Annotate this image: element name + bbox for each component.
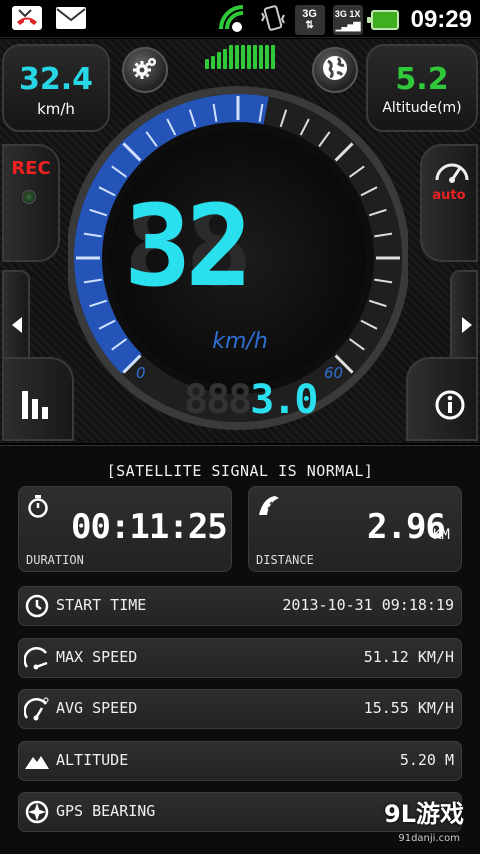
avg-speed-label: AVG SPEED [56, 699, 138, 717]
network-3g-text: 3G [334, 9, 347, 19]
clock-time: 09:29 [410, 6, 472, 33]
info-button[interactable] [406, 357, 478, 441]
start-time-value: 2013-10-31 09:18:19 [282, 596, 454, 614]
speedometer-panel: 88 32 km/h 0 60 8883.0 32.4 km/h 5.2 Alt… [0, 39, 480, 443]
speed-digits-value: 32 [124, 182, 253, 312]
network-3g-1x-icon: 3G 1X ▁▃▅▇ [332, 5, 363, 35]
max-speed-row: MAX SPEED 51.12 KM/H [18, 638, 462, 678]
duration-card: 00:11:25 DURATION [18, 486, 232, 572]
altitude-unit: Altitude(m) [382, 100, 462, 116]
speed-unit: km/h [37, 100, 75, 118]
watermark-text: 9L游戏 [384, 800, 464, 828]
missed-call-icon[interactable] [10, 4, 44, 32]
gps-signal-bars [205, 45, 275, 69]
distance-card: 2.96 KM DISTANCE [248, 486, 462, 572]
wifi-icon [217, 3, 251, 37]
trip-value: 3.0 [250, 377, 318, 423]
trip-stats-panel: [SATELLITE SIGNAL IS NORMAL] 00:11:25 DU… [0, 445, 480, 854]
stopwatch-icon [27, 494, 49, 522]
map-button[interactable] [312, 47, 358, 93]
gauge-min-label: 0 [136, 364, 146, 382]
speed-readout[interactable]: 32.4 km/h [2, 44, 110, 132]
avg-speed-icon [23, 696, 50, 722]
distance-unit: KM [433, 527, 450, 543]
status-bar: 3G ⇅ 3G 1X ▁▃▅▇ 09:29 [0, 0, 480, 38]
max-speed-label: MAX SPEED [56, 648, 138, 666]
3g-data-icon: 3G ⇅ [294, 5, 325, 35]
record-label: REC [11, 158, 51, 179]
clock-icon [24, 593, 50, 619]
info-icon [434, 389, 466, 425]
trip-display: 8883.0 [184, 377, 319, 423]
start-time-row: START TIME 2013-10-31 09:18:19 [18, 586, 462, 626]
mountain-icon [24, 748, 50, 774]
speed-value: 32.4 [18, 62, 94, 97]
vibrate-icon [259, 3, 287, 37]
duration-label: DURATION [26, 553, 84, 567]
gps-bearing-label: GPS BEARING [56, 802, 156, 820]
avg-speed-row: AVG SPEED 15.55 KM/H [18, 689, 462, 729]
record-button[interactable]: REC [2, 144, 60, 262]
distance-label: DISTANCE [256, 553, 314, 567]
globe-icon [320, 53, 350, 87]
watermark-url: 91danji.com [398, 833, 460, 844]
speedometer-icon [434, 158, 470, 188]
start-time-label: START TIME [56, 596, 147, 614]
record-indicator-icon [22, 190, 36, 204]
max-speed-value: 51.12 KM/H [363, 648, 454, 666]
road-icon [257, 494, 281, 520]
mail-icon[interactable] [54, 4, 88, 32]
avg-speed-value: 15.55 KM/H [363, 699, 454, 717]
altitude-readout[interactable]: 5.2 Altitude(m) [366, 44, 478, 132]
network-1x-text: 1X [349, 9, 361, 19]
auto-mode-button[interactable]: auto [420, 144, 478, 262]
auto-mode-label: auto [432, 188, 466, 203]
chevron-left-icon [10, 316, 24, 338]
altitude-label: ALTITUDE [56, 751, 129, 769]
speed-digits: 32 [124, 182, 253, 312]
max-speed-icon [23, 645, 50, 671]
satellite-status-message: [SATELLITE SIGNAL IS NORMAL] [106, 462, 374, 480]
network-type-3g: 3G 1X [335, 8, 361, 20]
gauge-unit-label: km/h [212, 329, 268, 354]
watermark-logo: 9L游戏 91danji.com [358, 794, 468, 846]
altitude-row-value: 5.20 M [399, 751, 454, 769]
compass-icon [24, 799, 50, 825]
signal-strength-icon: ▁▃▅▇ [335, 21, 361, 31]
settings-button[interactable] [122, 47, 168, 93]
data-arrows: ⇅ [305, 20, 314, 31]
network-3g-label: 3G [302, 8, 317, 20]
gear-icon [130, 53, 160, 87]
altitude-value: 5.2 [395, 62, 449, 97]
statistics-button[interactable] [2, 357, 74, 441]
chevron-right-icon [460, 316, 474, 338]
trip-ghost-digits: 888 [184, 377, 252, 423]
duration-value: 00:11:25 [71, 507, 228, 547]
battery-icon [366, 10, 399, 30]
bar-chart-icon [20, 389, 52, 425]
altitude-row: ALTITUDE 5.20 M [18, 741, 462, 781]
gauge-max-label: 60 [324, 364, 344, 382]
